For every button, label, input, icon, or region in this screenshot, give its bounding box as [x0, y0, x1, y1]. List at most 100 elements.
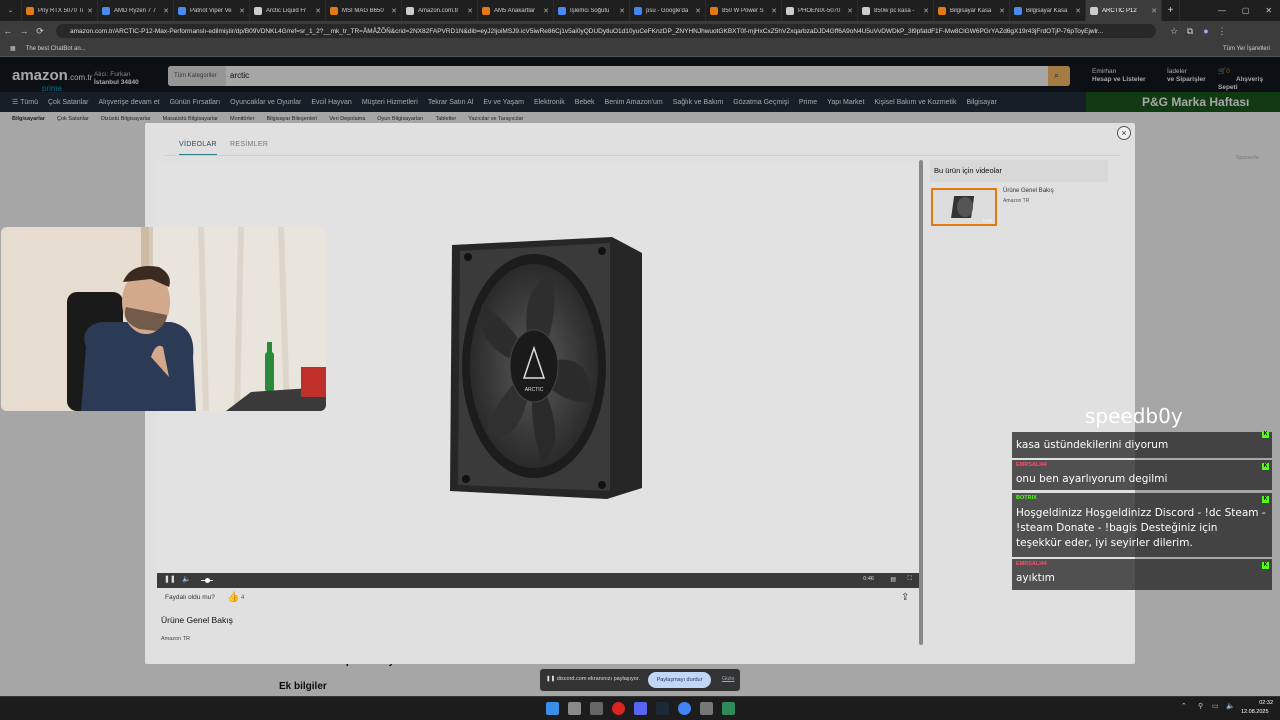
- close-modal-button[interactable]: ×: [1117, 126, 1131, 140]
- tab-title: Bilgisayar Kasa: [1026, 7, 1068, 14]
- browser-tab[interactable]: AM5 Anakartlar ✕: [478, 0, 554, 21]
- close-tab-icon[interactable]: ✕: [467, 7, 473, 15]
- back-icon[interactable]: ←: [0, 26, 16, 36]
- chat-text: kasa üstündekilerini diyorum: [1016, 439, 1169, 451]
- all-bookmarks[interactable]: Tüm Yer İşaretleri: [1223, 46, 1270, 52]
- browser-tab[interactable]: Bilgisayar Kasa ✕: [1010, 0, 1086, 21]
- close-tab-icon[interactable]: ✕: [771, 7, 777, 15]
- app-icon[interactable]: [700, 702, 713, 715]
- clock-date[interactable]: 12.08.2025: [1241, 709, 1269, 715]
- related-videos-header: Bu ürün için videolar: [930, 160, 1108, 182]
- browser-tab[interactable]: Bilgisayar Kasa ✕: [934, 0, 1010, 21]
- star-icon[interactable]: ☆: [1166, 26, 1182, 37]
- clock-time[interactable]: 02:32: [1255, 700, 1273, 706]
- windows-start-icon[interactable]: [546, 702, 559, 715]
- tab-favicon-icon: [558, 6, 566, 15]
- video-title: Ürüne Genel Bakış: [161, 615, 233, 625]
- maximize-icon[interactable]: ▢: [1242, 6, 1250, 15]
- tab-images[interactable]: RESİMLER: [230, 141, 268, 148]
- pause-icon[interactable]: ❚❚: [164, 575, 176, 583]
- chat-user: BOTRIX: [1016, 495, 1037, 501]
- chrome-icon[interactable]: [678, 702, 691, 715]
- close-tab-icon[interactable]: ✕: [87, 7, 93, 15]
- profile-icon[interactable]: ●: [1198, 26, 1214, 36]
- steam-icon[interactable]: [656, 702, 669, 715]
- related-video-title[interactable]: Ürüne Genel Bakış: [1003, 188, 1054, 194]
- tab-title: Bilgisayar Kasa: [950, 7, 992, 14]
- browser-tab[interactable]: Patriot Viper Ve ✕: [174, 0, 250, 21]
- url-text: amazon.com.tr/ARCTIC-P12-Max-Performansl…: [70, 27, 1104, 35]
- kick-app-icon[interactable]: [722, 702, 735, 715]
- browser-tab[interactable]: ARCTIC P12 ✕: [1086, 0, 1162, 21]
- bookmark-item[interactable]: The best ChatBot an...: [26, 46, 86, 52]
- tab-videos[interactable]: VİDEOLAR: [179, 141, 217, 156]
- close-tab-icon[interactable]: ✕: [163, 7, 169, 15]
- tray-chevron-icon[interactable]: ⌃: [1181, 702, 1187, 710]
- close-tab-icon[interactable]: ✕: [619, 7, 625, 15]
- sponsored-label: Sponsorlu: [1236, 155, 1259, 161]
- tab-favicon-icon: [1014, 6, 1022, 15]
- close-tab-icon[interactable]: ✕: [1075, 7, 1081, 15]
- fullscreen-icon[interactable]: ⛶: [908, 576, 912, 583]
- close-tab-icon[interactable]: ✕: [923, 7, 929, 15]
- captions-icon[interactable]: ▤: [890, 576, 896, 583]
- browser-tab[interactable]: 850w pc kasa - ✕: [858, 0, 934, 21]
- browser-tab[interactable]: Pny RTX 5070 Ti ✕: [22, 0, 98, 21]
- minimize-icon[interactable]: —: [1218, 6, 1226, 15]
- new-tab-button[interactable]: +: [1162, 0, 1180, 21]
- reload-icon[interactable]: ⟳: [32, 26, 48, 37]
- discord-icon[interactable]: [634, 702, 647, 715]
- tab-title: 850w pc kasa -: [874, 7, 915, 14]
- browser-tab[interactable]: Amazon.com.tr ✕: [402, 0, 478, 21]
- kick-badge-icon: K: [1262, 431, 1269, 438]
- display-icon[interactable]: ▭: [1212, 702, 1219, 710]
- thumbs-up-icon[interactable]: 👍: [227, 592, 239, 603]
- related-video-thumbnail[interactable]: 0:46: [931, 188, 997, 226]
- browser-tab[interactable]: 850 W Power S ✕: [706, 0, 782, 21]
- opera-icon[interactable]: [612, 702, 625, 715]
- volume-handle[interactable]: [205, 578, 210, 583]
- forward-icon[interactable]: →: [16, 26, 32, 36]
- task-view-icon[interactable]: [568, 702, 581, 715]
- tab-title: Pny RTX 5070 Ti: [38, 7, 84, 14]
- extensions-icon[interactable]: ⧉: [1182, 26, 1198, 37]
- tab-favicon-icon: [938, 6, 946, 15]
- video-controls: ❚❚ 🔈 0:46 ▤ ⛶: [157, 573, 920, 588]
- tab-favicon-icon: [178, 6, 186, 15]
- stream-username: speedb0y: [1085, 404, 1183, 428]
- network-icon[interactable]: ⚲: [1198, 702, 1203, 710]
- stop-sharing-button[interactable]: Paylaşmayı durdur: [648, 672, 711, 688]
- browser-tab[interactable]: PHOENIX-5070 ✕: [782, 0, 858, 21]
- close-tab-icon[interactable]: ✕: [999, 7, 1005, 15]
- url-field[interactable]: amazon.com.tr/ARCTIC-P12-Max-Performansl…: [56, 24, 1156, 38]
- tab-search-button[interactable]: ⌄: [0, 0, 22, 21]
- browser-tab[interactable]: AMD Ryzen 7 7 ✕: [98, 0, 174, 21]
- browser-tab[interactable]: Arctic Liquid Fr ✕: [250, 0, 326, 21]
- close-window-icon[interactable]: ✕: [1265, 6, 1272, 15]
- tab-title: AMD Ryzen 7 7: [114, 7, 157, 14]
- speaker-icon[interactable]: 🔈: [1226, 702, 1235, 710]
- browser-tab[interactable]: İşlemci Soğutu ✕: [554, 0, 630, 21]
- browser-tab[interactable]: MSI MAG B650 ✕: [326, 0, 402, 21]
- fan-image: ARCTIC: [450, 237, 642, 499]
- hide-button[interactable]: Gizle: [722, 676, 735, 682]
- close-tab-icon[interactable]: ✕: [543, 7, 549, 15]
- modal-scrollbar[interactable]: [919, 160, 923, 645]
- browser-tab[interactable]: psu - Google'da ✕: [630, 0, 706, 21]
- share-icon[interactable]: ⇪: [901, 592, 909, 603]
- close-tab-icon[interactable]: ✕: [695, 7, 701, 15]
- tab-title: AM5 Anakartlar: [494, 7, 536, 14]
- tab-divider: [165, 155, 1120, 156]
- thumbnail-duration: 0:46: [983, 218, 992, 223]
- volume-icon[interactable]: 🔈: [182, 575, 191, 583]
- tab-title: 850 W Power S: [722, 7, 764, 14]
- close-tab-icon[interactable]: ✕: [239, 7, 245, 15]
- close-tab-icon[interactable]: ✕: [391, 7, 397, 15]
- close-tab-icon[interactable]: ✕: [847, 7, 853, 15]
- kick-badge-icon: K: [1262, 496, 1269, 503]
- close-tab-icon[interactable]: ✕: [1151, 7, 1157, 15]
- menu-icon[interactable]: ⋮: [1214, 26, 1230, 37]
- file-explorer-icon[interactable]: [590, 702, 603, 715]
- apps-icon[interactable]: ▦: [10, 45, 16, 52]
- close-tab-icon[interactable]: ✕: [315, 7, 321, 15]
